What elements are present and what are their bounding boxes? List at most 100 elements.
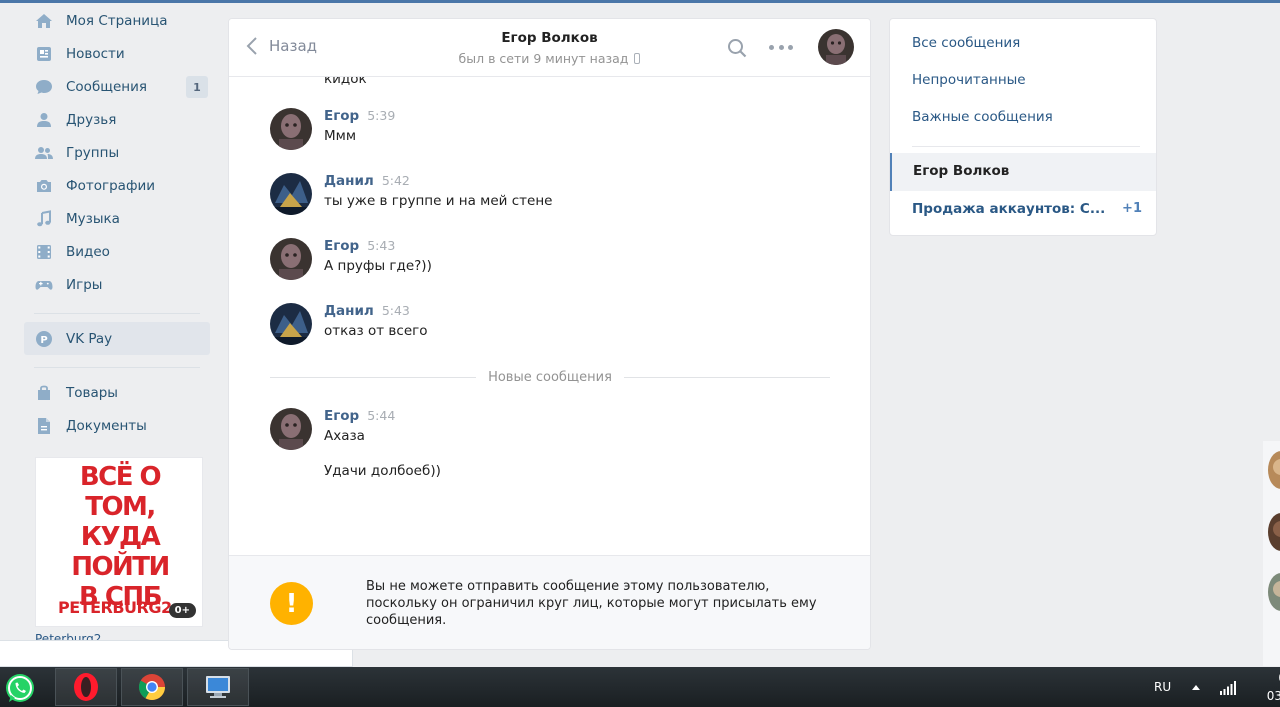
more-options-icon[interactable]	[769, 39, 793, 55]
tray-expand-icon[interactable]	[1192, 685, 1200, 690]
avatar[interactable]	[270, 108, 312, 150]
divider-label: Новые сообщения	[488, 369, 612, 385]
last-seen-text: был в сети 9 минут назад	[458, 51, 629, 66]
nav-item-news[interactable]: Новости	[24, 37, 210, 70]
nav-separator	[34, 313, 200, 314]
author-name: Егор	[324, 108, 360, 124]
nav-label: VK Pay	[66, 330, 113, 347]
nav-item-games[interactable]: Игры	[24, 268, 210, 301]
unread-count: +1	[1122, 201, 1142, 216]
filter-important[interactable]: Важные сообщения	[912, 109, 1053, 125]
chat-window: Назад Егор Волков был в сети 9 минут наз…	[228, 18, 871, 650]
svg-text:P: P	[40, 335, 47, 346]
chrome-icon	[138, 674, 166, 701]
friends-icon	[34, 110, 54, 130]
avatar[interactable]	[270, 238, 312, 280]
ad-line: КУДА	[80, 522, 161, 552]
age-rating-badge: 0+	[168, 603, 196, 618]
messages-filter-panel: Все сообщения Непрочитанные Важные сообщ…	[889, 18, 1157, 236]
clock-date: 03/	[1266, 689, 1280, 703]
conversation-name: Егор Волков	[913, 163, 1010, 179]
message-time[interactable]: 5:43	[367, 238, 395, 253]
author-name: Данил	[324, 173, 374, 189]
nav-label: Документы	[66, 417, 147, 434]
nav-item-groups[interactable]: Группы	[24, 136, 210, 169]
nav-item-video[interactable]: Видео	[24, 235, 210, 268]
filter-all-messages[interactable]: Все сообщения	[912, 35, 1020, 51]
news-icon	[34, 44, 54, 64]
message-history[interactable]: кидок Егор 5:39 Ммм Данил 5:42 ты уже в гр…	[229, 77, 870, 555]
music-icon	[34, 209, 54, 229]
nav-label: Сообщения	[66, 78, 148, 95]
conversation-item[interactable]: Продажа аккаунтов: С... +1	[912, 201, 1142, 217]
nav-label: Друзья	[66, 111, 117, 128]
author-name: Егор	[324, 408, 360, 424]
chat-footer: ! Вы не можете отправить сообщение этому…	[229, 555, 870, 649]
nav-item-photos[interactable]: Фотографии	[24, 169, 210, 202]
left-navigation: Моя Страница Новости Сообщения 1 Друзья …	[24, 4, 210, 442]
language-indicator[interactable]: RU	[1154, 680, 1171, 694]
avatar[interactable]	[270, 173, 312, 215]
message-time[interactable]: 5:39	[367, 108, 395, 123]
message-author[interactable]: Егор 5:39	[324, 108, 395, 124]
panel-separator	[912, 146, 1140, 147]
nav-label: Игры	[66, 276, 103, 293]
ad-banner[interactable]: ВСЁ О ТОМ, КУДА ПОЙТИ В СПБ PETERBURG2 0…	[35, 457, 203, 627]
nav-label: Новости	[66, 45, 125, 62]
mobile-icon	[634, 53, 641, 64]
messages-icon	[34, 77, 54, 97]
avatar[interactable]	[270, 408, 312, 450]
message-author[interactable]: Данил 5:43	[324, 303, 410, 319]
search-icon[interactable]	[727, 38, 747, 58]
whatsapp-icon[interactable]	[3, 672, 37, 706]
groups-icon	[34, 143, 54, 163]
conversation-name: Продажа аккаунтов: С...	[912, 201, 1106, 217]
nav-label: Товары	[66, 384, 118, 401]
message-author[interactable]: Данил 5:42	[324, 173, 410, 189]
avatar[interactable]	[1268, 451, 1280, 489]
network-signal-icon[interactable]	[1220, 681, 1236, 695]
message-time[interactable]: 5:43	[382, 303, 410, 318]
message-author[interactable]: Егор 5:43	[324, 238, 395, 254]
message-text: А пруфы где?))	[324, 258, 432, 274]
nav-label: Фотографии	[66, 177, 156, 194]
gamepad-icon	[34, 275, 54, 295]
message-text: ты уже в группе и на мей стене	[324, 193, 553, 209]
message-time[interactable]: 5:44	[367, 408, 395, 423]
taskbar-chrome[interactable]	[121, 668, 183, 706]
system-clock[interactable]: 0 03/	[1256, 669, 1280, 705]
avatar[interactable]	[1268, 513, 1280, 551]
chat-header: Назад Егор Волков был в сети 9 минут наз…	[229, 19, 870, 77]
filter-unread[interactable]: Непрочитанные	[912, 72, 1026, 88]
taskbar-opera[interactable]	[55, 668, 117, 706]
nav-item-music[interactable]: Музыка	[24, 202, 210, 235]
nav-item-friends[interactable]: Друзья	[24, 103, 210, 136]
avatar[interactable]	[1268, 573, 1280, 611]
nav-label: Музыка	[66, 210, 120, 227]
computer-icon	[206, 676, 230, 698]
nav-label: Видео	[66, 243, 110, 260]
nav-item-vkpay[interactable]: P VK Pay	[24, 322, 210, 355]
message-author[interactable]: Егор 5:44	[324, 408, 395, 424]
conversation-selected[interactable]: Егор Волков	[890, 153, 1156, 191]
message-time[interactable]: 5:42	[382, 173, 410, 188]
ad-brand: PETERBURG2	[58, 598, 172, 617]
nav-item-goods[interactable]: Товары	[24, 376, 210, 409]
nav-label: Группы	[66, 144, 120, 161]
edge-avatars	[1263, 441, 1280, 666]
camera-icon	[34, 176, 54, 196]
avatar[interactable]	[270, 303, 312, 345]
nav-item-my-page[interactable]: Моя Страница	[24, 4, 210, 37]
nav-item-documents[interactable]: Документы	[24, 409, 210, 442]
ad-headline: ВСЁ О ТОМ, КУДА ПОЙТИ В СПБ	[42, 462, 198, 612]
home-icon	[34, 11, 54, 31]
author-name: Данил	[324, 303, 374, 319]
ad-line: ПОЙТИ	[71, 552, 170, 582]
warning-icon: !	[270, 582, 313, 625]
taskbar-computer[interactable]	[187, 668, 249, 706]
new-messages-divider: Новые сообщения	[270, 369, 830, 385]
nav-separator	[34, 367, 200, 368]
unread-badge: 1	[186, 76, 208, 98]
avatar[interactable]	[818, 29, 854, 65]
nav-item-messages[interactable]: Сообщения 1	[24, 70, 210, 103]
